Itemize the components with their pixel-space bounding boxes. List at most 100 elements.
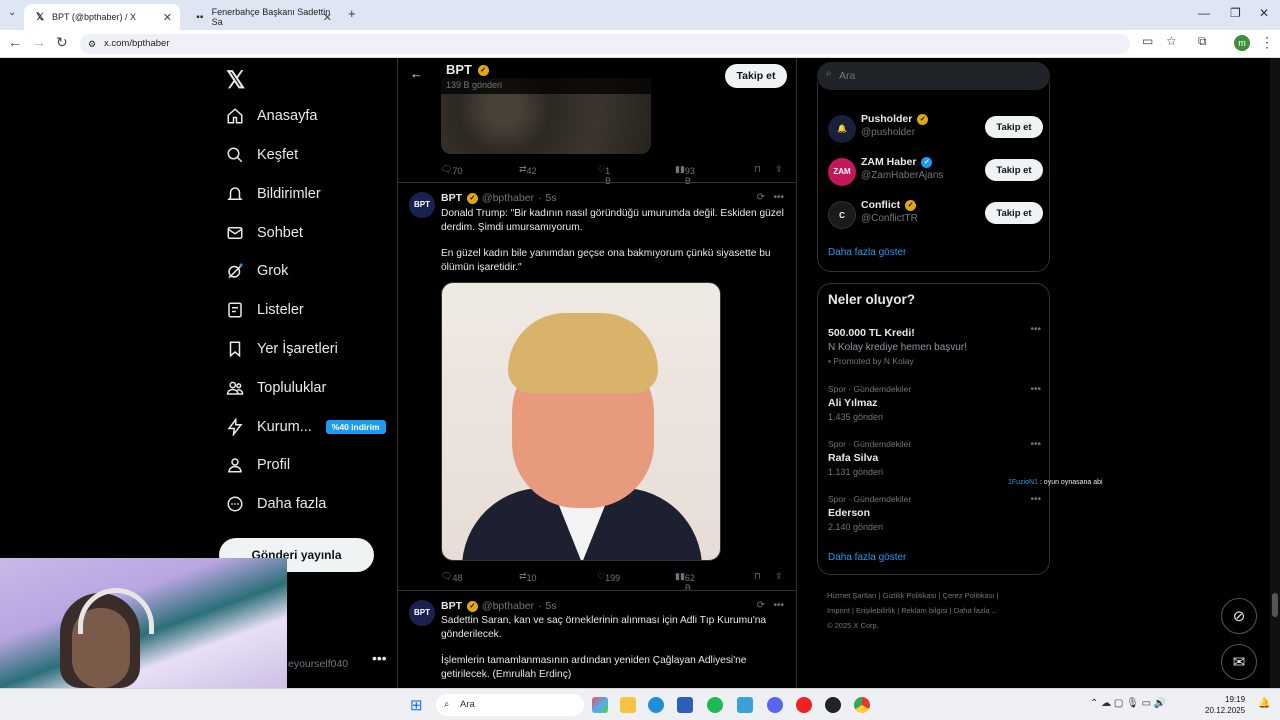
nav-business[interactable]: Kurum... %40 indirim: [226, 412, 386, 442]
back-icon[interactable]: ←: [8, 34, 22, 50]
restore-icon[interactable]: ❐: [1230, 6, 1241, 20]
follow-suggestion[interactable]: 🔔 Pusholder ✓ @pusholder Takip et: [828, 113, 1043, 147]
close-tab-icon[interactable]: ✕: [323, 11, 332, 24]
tab-search-icon[interactable]: ⌄: [8, 7, 16, 18]
store-icon[interactable]: [677, 697, 693, 713]
discord-icon[interactable]: [767, 697, 783, 713]
nav-profile[interactable]: Profil: [226, 450, 290, 480]
trend-more-icon[interactable]: •••: [1030, 324, 1041, 335]
grok-fab-icon[interactable]: ⊘: [1221, 598, 1257, 634]
trend-item[interactable]: Spor · Gündemdekiler Rafa Silva 1.131 gö…: [828, 439, 1043, 477]
trend-item[interactable]: Spor · Gündemdekiler Ali Yılmaz 1.435 gö…: [828, 384, 1043, 422]
retweet-button[interactable]: ⇄ 10: [519, 571, 537, 583]
nav-more[interactable]: Daha fazla: [226, 489, 326, 519]
share-icon[interactable]: ⇪: [775, 164, 783, 175]
chrome-icon[interactable]: [854, 697, 870, 713]
trend-item[interactable]: 500.000 TL Kredi! N Kolay krediye hemen …: [828, 324, 1043, 366]
nav-lists[interactable]: Listeler: [226, 295, 304, 325]
x-logo-icon[interactable]: 𝕏: [226, 66, 245, 95]
back-arrow-icon[interactable]: ←: [410, 66, 423, 81]
avatar[interactable]: BPT: [409, 192, 435, 218]
tweet-photo[interactable]: [441, 282, 721, 561]
follow-button[interactable]: Takip et: [985, 116, 1043, 138]
follow-suggestion[interactable]: ZAM ZAM Haber ✓ @ZamHaberAjans Takip et: [828, 156, 1043, 190]
nav-communities[interactable]: Topluluklar: [226, 373, 326, 403]
account-menu-icon[interactable]: •••: [372, 650, 387, 666]
spotify-icon[interactable]: [707, 697, 723, 713]
tweet-text: Sadettin Saran, kan ve saç örneklerinin …: [441, 615, 767, 640]
conflict-avatar: C: [828, 201, 856, 229]
reload-icon[interactable]: ↻: [56, 34, 68, 51]
taskbar-search[interactable]: ⌕ Ara: [436, 694, 584, 716]
notification-icon[interactable]: 🔔: [1258, 698, 1270, 709]
extensions-icon[interactable]: ⧉: [1198, 34, 1207, 49]
tweet-author[interactable]: BPT ✓ @bpthaber · 5s: [441, 192, 557, 204]
scrollbar[interactable]: [1270, 58, 1280, 688]
copilot-icon[interactable]: [592, 697, 608, 713]
avatar[interactable]: BPT: [409, 600, 435, 626]
bookmark-tweet-icon[interactable]: ⊓: [754, 164, 761, 175]
close-window-icon[interactable]: ✕: [1259, 6, 1269, 20]
youtube-icon[interactable]: [796, 697, 812, 713]
profile-header: ← BPT ✓ 139 B gönderi Takip et: [398, 58, 796, 94]
trend-more-icon[interactable]: •••: [1030, 439, 1041, 450]
tray-icons[interactable]: ⌃ ☁ ▢ 🎙 ▭ 🔊: [1090, 698, 1166, 709]
messages-fab-icon[interactable]: ✉: [1221, 644, 1257, 680]
follow-button[interactable]: Takip et: [985, 159, 1043, 181]
nav-bookmarks[interactable]: Yer İşaretleri: [226, 334, 338, 364]
obs-icon[interactable]: [825, 697, 841, 713]
x-favicon-icon: 𝕏: [35, 11, 45, 23]
new-tab-icon[interactable]: +: [348, 6, 356, 21]
tab-fenerbahce[interactable]: ▪▪ Fenerbahçe Başkanı Sadettin Sa ✕: [184, 4, 340, 30]
forward-icon[interactable]: →: [32, 34, 46, 50]
browser-menu-icon[interactable]: ⋮: [1260, 34, 1274, 51]
timeline-column: ← BPT ✓ 139 B gönderi Takip et 🗨 70 ⇄ 42…: [397, 58, 797, 688]
tweet-author[interactable]: BPT ✓ @bpthaber · 5s: [441, 600, 557, 612]
retweet-button[interactable]: ⇄ 42: [519, 164, 537, 176]
cast-icon[interactable]: ▭: [1142, 34, 1153, 48]
nav-label: Grok: [257, 263, 289, 279]
reply-button[interactable]: 🗨 48: [441, 571, 462, 583]
tab-bpt[interactable]: 𝕏 BPT (@bpthaber) / X ✕: [24, 4, 180, 30]
nav-home[interactable]: Anasayfa: [226, 101, 317, 131]
show-more-link[interactable]: Daha fazla göster: [828, 247, 906, 258]
nav-messages[interactable]: Sohbet: [226, 218, 303, 248]
minimize-icon[interactable]: —: [1198, 6, 1210, 20]
nav-notifications[interactable]: Bildirimler: [226, 179, 321, 209]
verified-badge-icon: ✓: [466, 600, 478, 612]
follow-suggestion[interactable]: C Conflict ✓ @ConflictTR Takip et: [828, 199, 1043, 233]
divider: [398, 590, 796, 591]
nav-explore[interactable]: Keşfet: [226, 140, 298, 170]
close-tab-icon[interactable]: ✕: [163, 11, 172, 24]
trend-item[interactable]: Spor · Gündemdekiler Ederson 2.140 gönde…: [828, 494, 1043, 532]
like-button[interactable]: ♡ 1 B: [597, 164, 611, 186]
share-icon[interactable]: ⇪: [775, 571, 783, 582]
windows-start-icon[interactable]: ⊞: [410, 696, 423, 714]
discount-badge: %40 indirim: [325, 420, 386, 434]
trend-more-icon[interactable]: •••: [1030, 494, 1041, 505]
follow-button[interactable]: Takip et: [725, 64, 787, 88]
site-info-icon[interactable]: ⚙: [88, 34, 96, 54]
footer-line[interactable]: Hizmet Şartları | Gizlilik Politikası | …: [827, 588, 1047, 603]
system-clock[interactable]: 19:19 20.12.2025: [1205, 694, 1245, 716]
app-icon[interactable]: [737, 697, 753, 713]
trend-more-icon[interactable]: •••: [1030, 384, 1041, 395]
bookmark-tweet-icon[interactable]: ⊓: [754, 571, 761, 582]
like-button[interactable]: ♡ 199: [597, 571, 620, 583]
edge-icon[interactable]: [648, 697, 664, 713]
tweet-menu-icons[interactable]: ⟳ •••: [757, 192, 784, 203]
views-button[interactable]: ▮▮ 62 B: [675, 571, 695, 593]
views-button[interactable]: ▮▮ 93 B: [675, 164, 695, 186]
show-more-link[interactable]: Daha fazla göster: [828, 552, 906, 563]
file-explorer-icon[interactable]: [620, 697, 636, 713]
reply-button[interactable]: 🗨 70: [441, 164, 462, 176]
follow-button[interactable]: Takip et: [985, 202, 1043, 224]
account-handle: @ConflictTR: [861, 213, 918, 224]
footer-line[interactable]: Imprint | Erişilebilirlik | Reklam bilgi…: [827, 603, 1047, 618]
nav-grok[interactable]: Grok: [226, 256, 288, 286]
browser-profile-avatar[interactable]: m: [1234, 35, 1250, 51]
account-handle: @pusholder: [861, 127, 916, 138]
tweet-menu-icons[interactable]: ⟳ •••: [757, 600, 784, 611]
bookmark-star-icon[interactable]: ☆: [1166, 34, 1177, 48]
address-bar[interactable]: ⚙ x.com/bpthaber: [80, 34, 1130, 54]
